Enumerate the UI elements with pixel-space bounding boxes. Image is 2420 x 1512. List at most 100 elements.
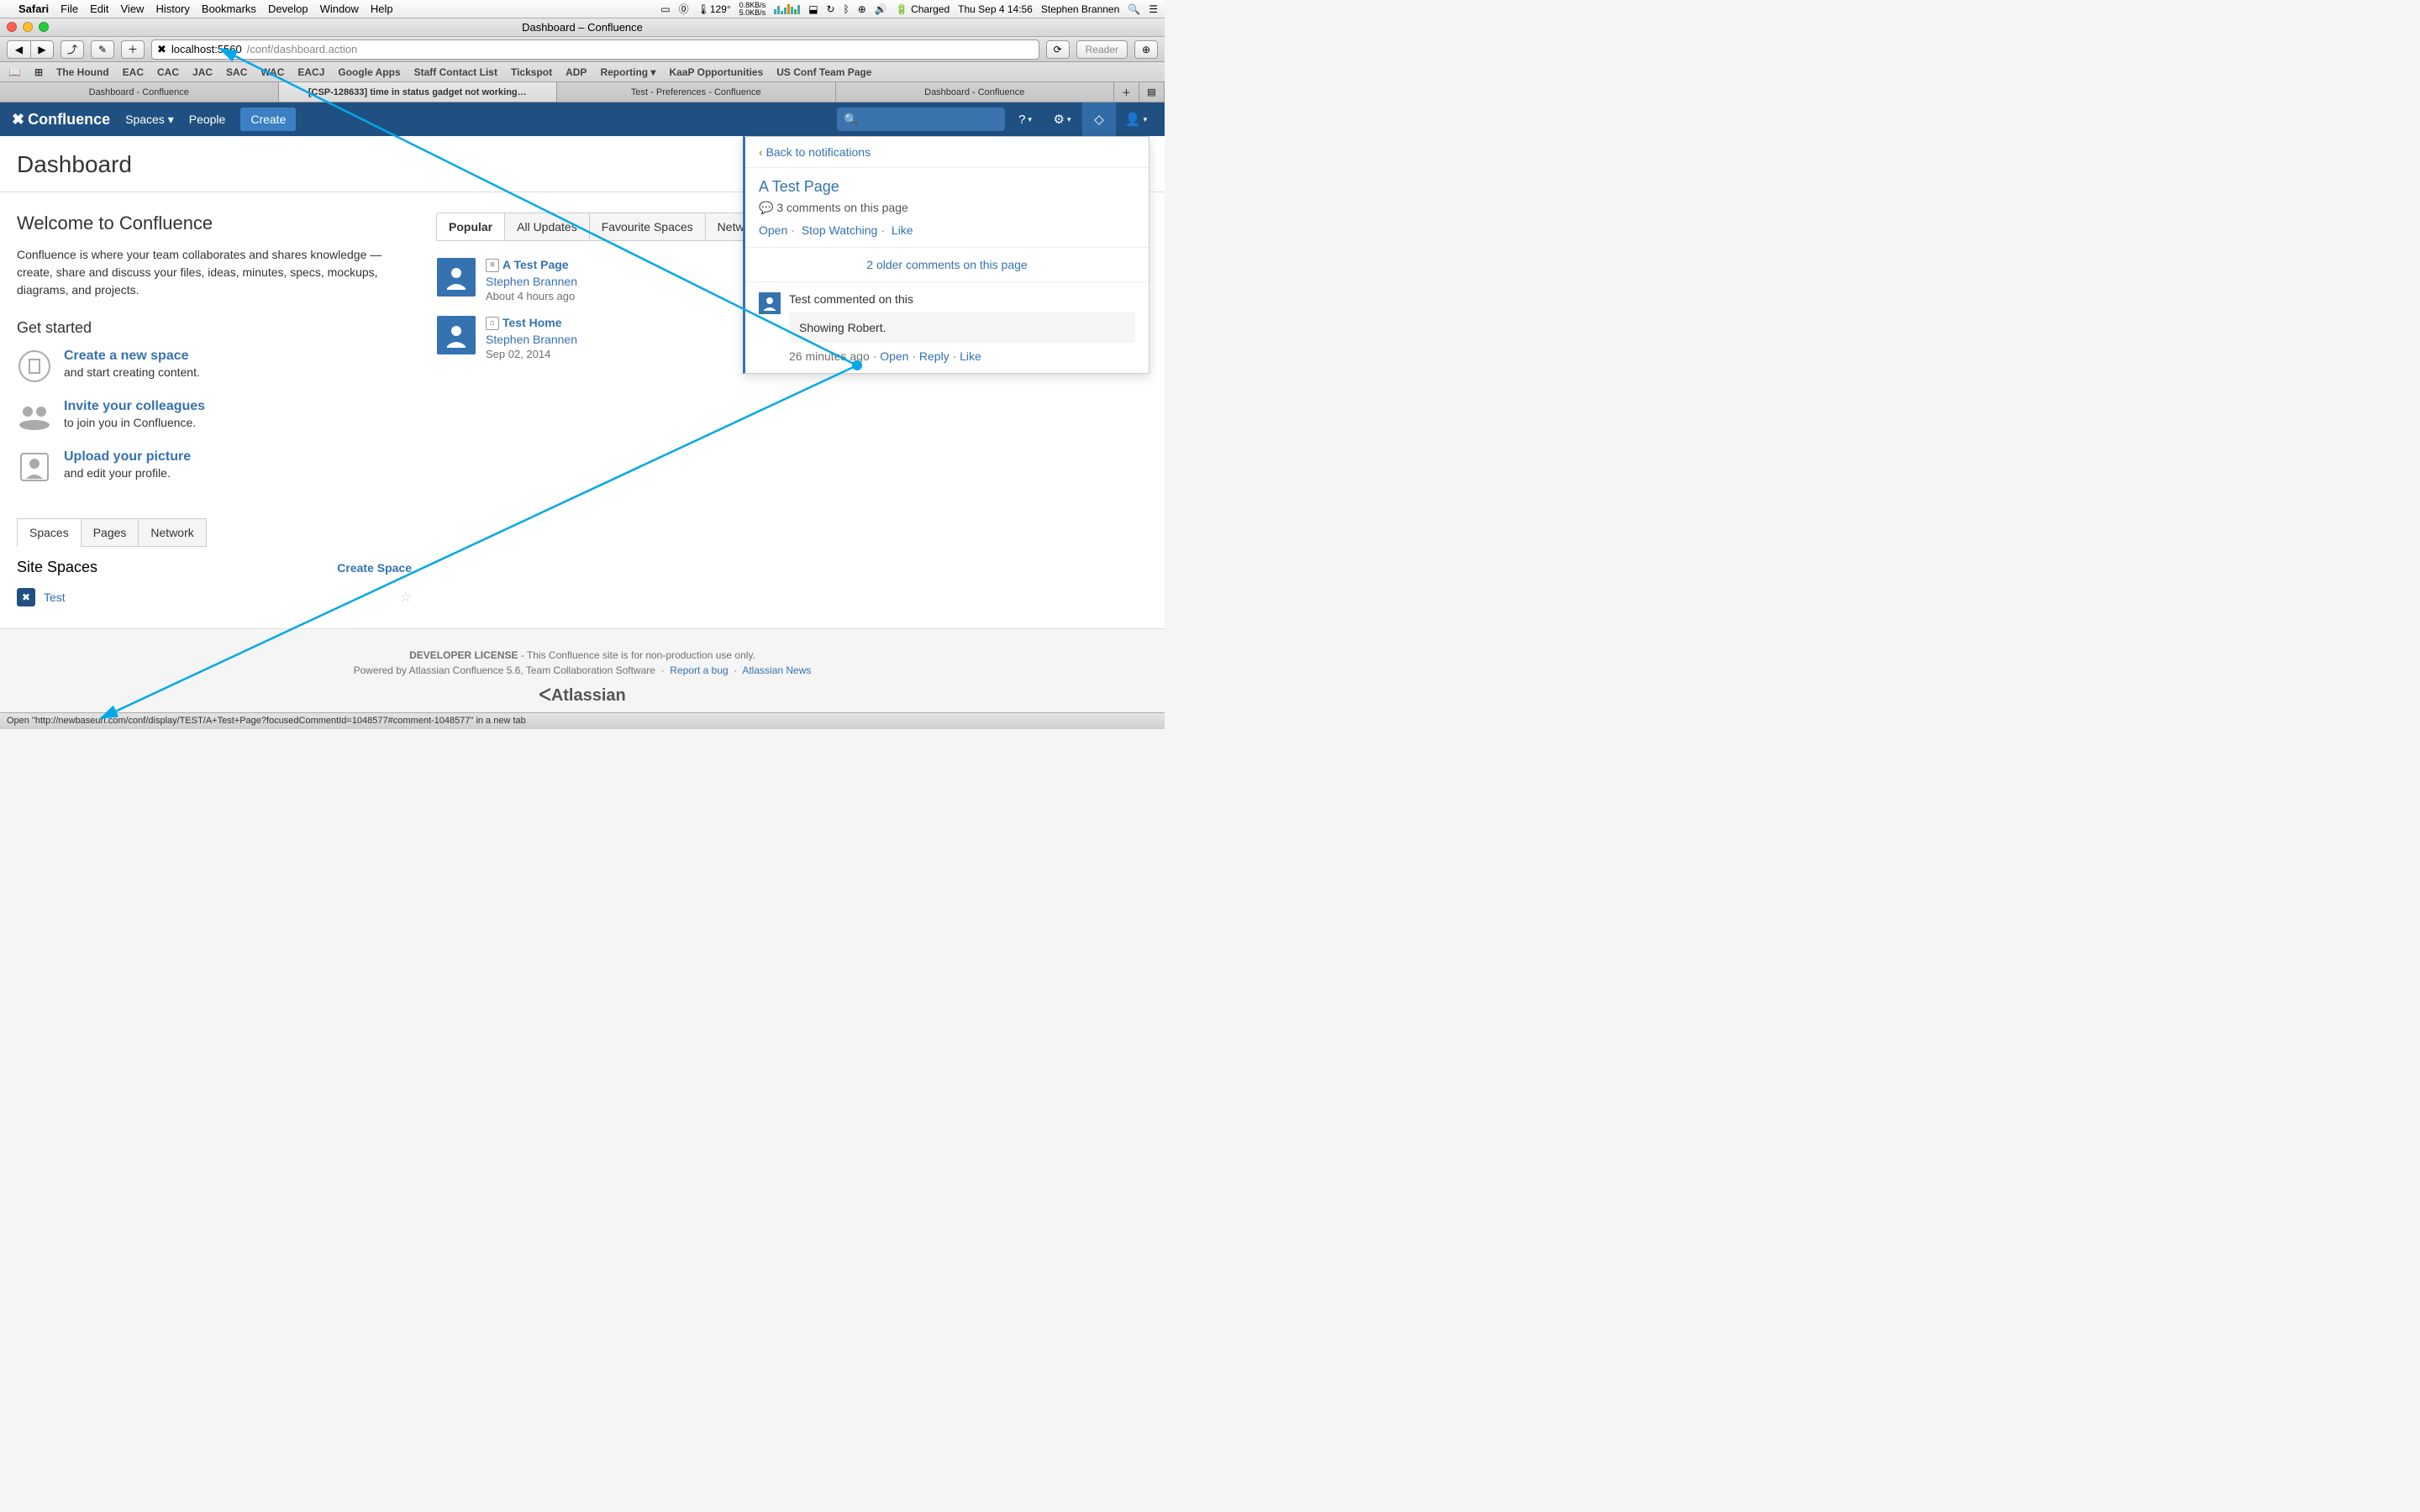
bookmark-item[interactable]: Staff Contact List [414, 66, 497, 78]
feed-title[interactable]: A Test Page [502, 258, 569, 271]
bookmark-item[interactable]: ADP [566, 66, 587, 78]
url-path: /conf/dashboard.action [247, 43, 358, 55]
traffic-lights[interactable] [7, 22, 49, 32]
help-icon[interactable]: ? [1008, 102, 1042, 136]
tab-overview-button[interactable]: ▤ [1139, 82, 1165, 102]
sync-icon[interactable]: ↻ [827, 3, 835, 15]
page-body: Dashboard Welcome to Confluence Confluen… [0, 136, 1165, 712]
bookmark-item[interactable]: Tickspot [511, 66, 552, 78]
bookmark-button[interactable]: ✎ [91, 40, 114, 59]
menu-develop[interactable]: Develop [268, 3, 308, 15]
forward-button[interactable]: ▶ [30, 40, 54, 59]
news-link[interactable]: Atlassian News [742, 664, 811, 676]
bookmark-item[interactable]: JAC [192, 66, 213, 78]
new-tab-button[interactable]: ＋ [1114, 82, 1139, 102]
bookmark-item[interactable]: EAC [123, 66, 144, 78]
dropbox-icon[interactable]: ⬓ [808, 3, 818, 15]
browser-tab[interactable]: Test - Preferences - Confluence [557, 82, 836, 102]
app-name[interactable]: Safari [18, 3, 49, 15]
menu-help[interactable]: Help [371, 3, 393, 15]
comment-time: 26 minutes ago [789, 349, 870, 363]
notif-like[interactable]: Like [892, 223, 913, 237]
feed-title[interactable]: Test Home [502, 316, 562, 329]
reading-list-icon[interactable]: 📖 [8, 66, 21, 78]
browser-tab[interactable]: [CSP-128633] time in status gadget not w… [279, 82, 558, 102]
nav-spaces[interactable]: Spaces ▾ [125, 113, 174, 127]
reload-button[interactable]: ⟳ [1046, 40, 1070, 59]
comment-reply[interactable]: Reply [919, 349, 950, 363]
feed-author[interactable]: Stephen Brannen [486, 333, 577, 346]
battery-icon[interactable]: 🔋 Charged [896, 3, 950, 15]
report-bug-link[interactable]: Report a bug [670, 664, 728, 676]
home-icon: ⌂ [486, 317, 499, 330]
back-to-notifications[interactable]: Back to notifications [745, 137, 1149, 168]
tab-pages[interactable]: Pages [81, 518, 139, 547]
menu-view[interactable]: View [121, 3, 145, 15]
accessibility-icon[interactable]: ⓪ [679, 2, 689, 16]
downloads-button[interactable]: ⊕ [1134, 40, 1158, 59]
reader-button[interactable]: Reader [1076, 40, 1128, 59]
notification-center-icon[interactable]: ☰ [1149, 3, 1158, 15]
profile-icon[interactable]: 👤 [1119, 102, 1153, 136]
bookmark-item[interactable]: EACJ [297, 66, 324, 78]
display-icon[interactable]: ▭ [660, 3, 670, 15]
nav-people[interactable]: People [189, 113, 226, 126]
wifi-icon[interactable]: ⊕ [858, 3, 866, 15]
get-started-heading: Get started [17, 319, 412, 337]
tab-favourite[interactable]: Favourite Spaces [590, 213, 706, 240]
bluetooth-icon[interactable]: ᛒ [844, 3, 850, 15]
notifications-icon[interactable]: ◇ [1082, 102, 1116, 136]
notif-title[interactable]: A Test Page [759, 178, 1135, 196]
bookmark-item[interactable]: SAC [226, 66, 247, 78]
datetime[interactable]: Thu Sep 4 14:56 [958, 3, 1033, 15]
upload-pic-link[interactable]: Upload your picture [64, 449, 191, 465]
invite-link[interactable]: Invite your colleagues [64, 399, 205, 414]
tab-popular[interactable]: Popular [437, 213, 505, 240]
search-input[interactable]: 🔍 [837, 108, 1005, 131]
create-button[interactable]: Create [240, 108, 296, 131]
bookmark-item[interactable]: CAC [157, 66, 179, 78]
create-space-link-2[interactable]: Create Space [337, 561, 412, 575]
url-field[interactable]: ✖ localhost:5560/conf/dashboard.action [151, 39, 1039, 60]
welcome-body: Confluence is where your team collaborat… [17, 246, 412, 299]
atlassian-logo[interactable]: ᐸAtlassian [0, 685, 1165, 706]
bookmark-item[interactable]: Google Apps [338, 66, 400, 78]
notif-open[interactable]: Open [759, 223, 787, 237]
space-link[interactable]: Test [44, 591, 66, 604]
create-space-link[interactable]: Create a new space [64, 349, 200, 364]
user-name[interactable]: Stephen Brannen [1041, 3, 1119, 15]
avatar[interactable] [437, 316, 476, 354]
browser-tab[interactable]: Dashboard - Confluence [836, 82, 1115, 102]
bookmark-item[interactable]: KaaP Opportunities [669, 66, 763, 78]
older-comments-link[interactable]: 2 older comments on this page [745, 247, 1149, 282]
menu-window[interactable]: Window [320, 3, 359, 15]
menu-bookmarks[interactable]: Bookmarks [202, 3, 256, 15]
menu-history[interactable]: History [155, 3, 189, 15]
macos-menubar: Safari File Edit View History Bookmarks … [0, 0, 1165, 18]
back-button[interactable]: ◀ [7, 40, 30, 59]
notif-stop-watching[interactable]: Stop Watching [802, 223, 878, 237]
bookmark-item[interactable]: Reporting ▾ [600, 66, 655, 78]
tab-network-lower[interactable]: Network [138, 518, 206, 547]
confluence-logo[interactable]: ✖Confluence [12, 111, 110, 129]
browser-tab[interactable]: Dashboard - Confluence [0, 82, 279, 102]
volume-icon[interactable]: 🔊 [875, 3, 887, 15]
bookmark-item[interactable]: The Hound [56, 66, 109, 78]
top-sites-icon[interactable]: ⊞ [34, 66, 43, 78]
feed-author[interactable]: Stephen Brannen [486, 275, 577, 288]
comment-open[interactable]: Open [880, 349, 908, 363]
tab-spaces[interactable]: Spaces [17, 518, 82, 547]
settings-icon[interactable]: ⚙ [1045, 102, 1079, 136]
spotlight-icon[interactable]: 🔍 [1128, 3, 1140, 15]
menu-file[interactable]: File [60, 3, 78, 15]
bookmark-item[interactable]: US Conf Team Page [776, 66, 871, 78]
avatar[interactable] [437, 258, 476, 297]
comment-like[interactable]: Like [960, 349, 981, 363]
share-button[interactable]: ⤴ [60, 40, 84, 59]
bookmark-item[interactable]: WAC [260, 66, 284, 78]
tab-all-updates[interactable]: All Updates [505, 213, 590, 240]
star-icon[interactable]: ☆ [400, 589, 412, 606]
menu-edit[interactable]: Edit [90, 3, 108, 15]
comment-avatar[interactable] [759, 292, 781, 314]
add-tab-button[interactable]: ＋ [121, 40, 145, 59]
